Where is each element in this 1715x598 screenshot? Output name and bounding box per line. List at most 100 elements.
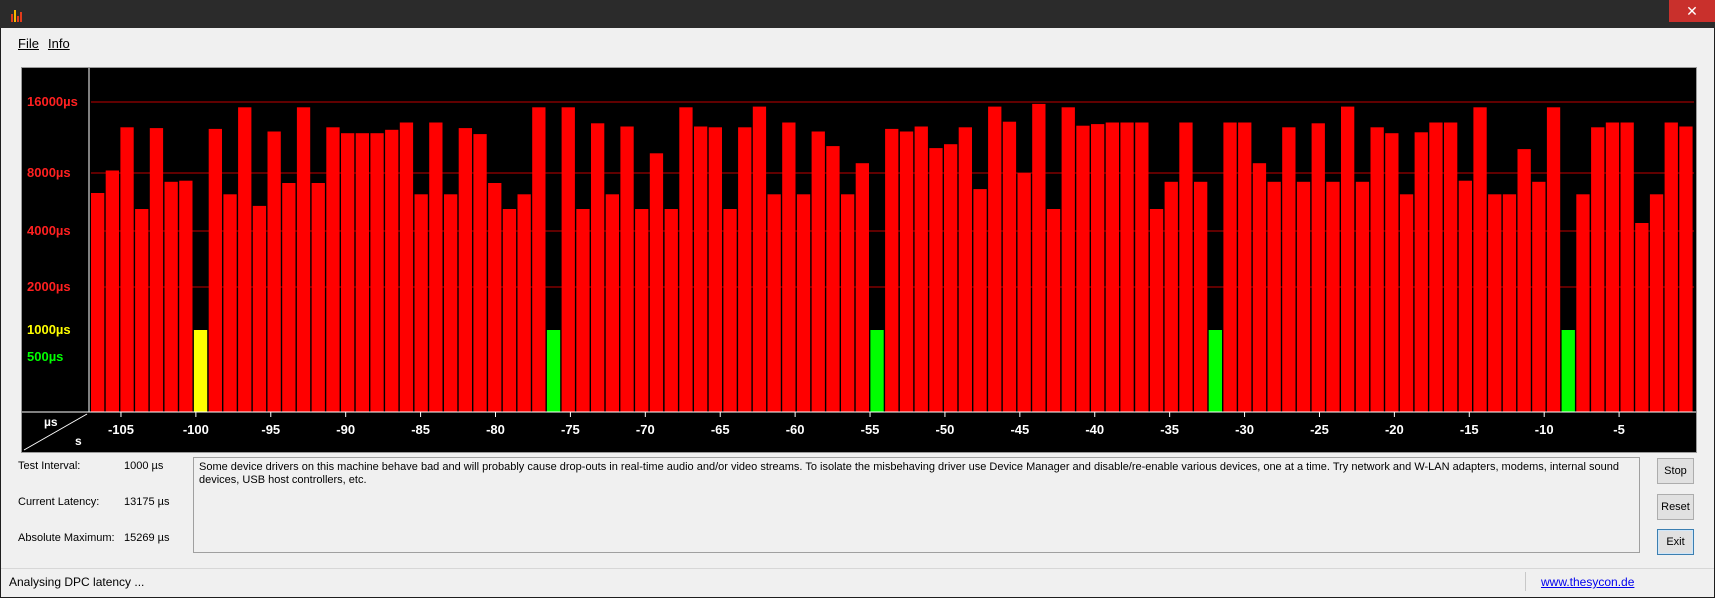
latency-bar: [399, 122, 414, 412]
x-tick-label: -35: [1160, 422, 1179, 437]
latency-bar: [855, 163, 869, 412]
stop-button[interactable]: Stop: [1657, 458, 1694, 484]
x-tick-label: -90: [336, 422, 355, 437]
latency-bar: [532, 107, 546, 413]
x-tick-label: -40: [1085, 422, 1104, 437]
latency-bar: [1561, 330, 1575, 412]
latency-bar: [385, 129, 399, 413]
latency-bar: [1664, 122, 1678, 412]
test-interval-label: Test Interval:: [18, 460, 81, 472]
latency-bar: [988, 106, 1002, 412]
latency-bar: [1429, 122, 1443, 412]
latency-bar: [679, 107, 693, 413]
latency-bar: [1414, 132, 1428, 413]
latency-bar: [238, 107, 252, 413]
x-tick-label: -80: [486, 422, 505, 437]
latency-bar: [826, 146, 840, 412]
x-tick-label: -75: [561, 422, 580, 437]
latency-bar: [341, 133, 355, 412]
latency-bar: [311, 183, 325, 412]
exit-button[interactable]: Exit: [1657, 529, 1694, 555]
latency-bar: [752, 106, 767, 412]
latency-bar: [1120, 122, 1134, 412]
reset-button[interactable]: Reset: [1657, 494, 1694, 520]
latency-bar: [267, 131, 281, 412]
latency-bar: [664, 209, 678, 412]
latency-bar: [546, 330, 561, 412]
latency-bar: [414, 194, 428, 412]
latency-bar: [605, 194, 619, 412]
latency-bar: [1576, 194, 1590, 412]
latency-bar: [1046, 209, 1061, 412]
latency-bar: [1179, 122, 1193, 412]
latency-bar: [870, 330, 884, 412]
latency-bar: [1032, 103, 1046, 413]
latency-bar: [1546, 107, 1561, 413]
latency-bar: [355, 133, 369, 412]
x-tick-label: -50: [936, 422, 955, 437]
latency-bar: [1326, 181, 1340, 412]
x-tick-label: -70: [636, 422, 655, 437]
menu-file[interactable]: File: [18, 36, 39, 51]
latency-bar: [1399, 194, 1414, 412]
latency-bar: [429, 122, 443, 412]
latency-bar: [1017, 173, 1031, 412]
x-tick-label: -5: [1613, 422, 1625, 437]
latency-bar: [1105, 122, 1119, 412]
x-tick-label: -95: [261, 422, 280, 437]
latency-bar: [1679, 126, 1693, 412]
y-tick-label: 1000µs: [27, 322, 71, 337]
latency-bar: [473, 134, 487, 412]
latency-bar: [326, 127, 340, 413]
latency-bar: [649, 153, 664, 413]
latency-bar: [899, 131, 914, 412]
latency-bar: [811, 131, 825, 412]
title-bar[interactable]: ✕: [0, 0, 1715, 28]
latency-bar: [973, 189, 987, 412]
latency-bar: [1282, 127, 1296, 413]
latency-bar: [958, 127, 972, 413]
y-tick-label: 4000µs: [27, 223, 71, 238]
latency-bar: [738, 127, 752, 413]
latency-bar: [1194, 181, 1208, 412]
x-tick-label: -15: [1460, 422, 1479, 437]
latency-bar: [1620, 122, 1634, 412]
latency-bar: [1591, 127, 1605, 413]
latency-bar: [517, 194, 531, 412]
latency-bar: [135, 209, 149, 412]
latency-bar: [1076, 125, 1090, 412]
latency-chart: 16000µs 8000µs 4000µs 2000µs 1000µs 500µs µs s -…: [21, 67, 1697, 453]
latency-bar: [1458, 180, 1472, 412]
x-tick-label: -65: [711, 422, 730, 437]
x-tick-label: -105: [108, 422, 134, 437]
y-tick-label: 500µs: [27, 349, 63, 364]
latency-bar: [620, 126, 634, 412]
latency-bar: [1252, 163, 1267, 412]
latency-bar: [1649, 194, 1664, 412]
latency-bar: [1605, 122, 1620, 412]
close-button[interactable]: ✕: [1669, 0, 1715, 22]
latency-bar: [561, 107, 575, 413]
menu-info[interactable]: Info: [48, 36, 70, 51]
y-tick-label: 2000µs: [27, 279, 71, 294]
latency-bar: [370, 133, 384, 412]
latency-bar: [796, 194, 811, 412]
latency-bar: [1341, 106, 1355, 412]
latency-bar: [841, 194, 855, 412]
menu-info-label: Info: [48, 36, 70, 51]
app-window: ✕ File Info 16000µs 8000µs 4000µs 2000µs 100…: [0, 0, 1715, 598]
latency-bar: [1473, 107, 1487, 413]
latency-bar: [223, 194, 237, 412]
latency-bar: [164, 181, 178, 412]
website-link[interactable]: www.thesycon.de: [1541, 575, 1634, 589]
latency-bar: [149, 128, 164, 412]
x-tick-label: -25: [1310, 422, 1329, 437]
latency-bar: [1238, 122, 1252, 412]
current-latency-value: 13175 µs: [124, 496, 170, 508]
latency-bar: [1488, 194, 1502, 412]
latency-bar: [914, 126, 928, 412]
app-icon: [10, 8, 24, 22]
corner-seconds-label: s: [75, 434, 82, 448]
x-tick-label: -85: [411, 422, 430, 437]
corner-unit-label: µs: [44, 415, 58, 429]
